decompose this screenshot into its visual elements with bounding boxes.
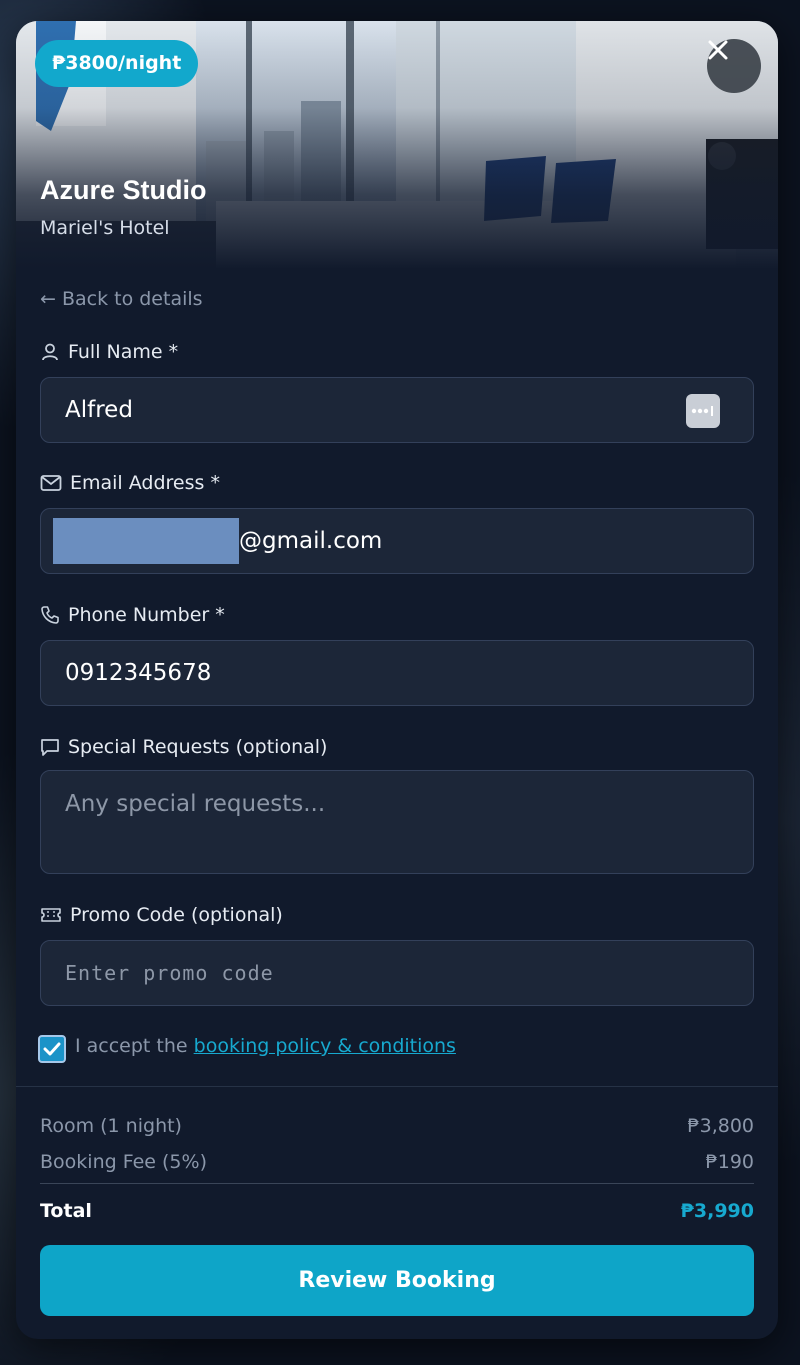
booking-fee-amount: ₱190 [705,1151,754,1173]
accept-policy-checkbox[interactable] [38,1035,66,1063]
total-amount: ₱3,990 [680,1200,754,1222]
special-requests-label: Special Requests (optional) [40,736,327,758]
room-charge-amount: ₱3,800 [687,1115,754,1137]
price-badge: ₱3800/night [35,40,199,87]
user-icon [42,343,58,361]
room-charge-label: Room (1 night) [40,1115,182,1137]
accept-policy-text: I accept the booking policy & conditions [75,1035,456,1057]
phone-label-text: Phone Number * [68,604,225,626]
email-label: Email Address * [40,472,220,494]
phone-icon [41,606,59,624]
room-title: Azure Studio [40,175,207,205]
summary-divider [16,1086,778,1087]
total-divider [40,1183,754,1184]
hotel-name: Mariel's Hotel [40,217,170,239]
full-name-label: Full Name * [40,341,178,363]
summary-total-row: Total ₱3,990 [40,1200,754,1222]
close-button[interactable] [707,39,761,93]
promo-code-label: Promo Code (optional) [40,904,283,926]
email-input[interactable]: @gmail.com [40,508,754,574]
autofill-key-icon[interactable] [686,394,720,428]
special-requests-textarea[interactable]: Any special requests... [40,770,754,874]
total-label: Total [40,1200,92,1222]
promo-code-placeholder: Enter promo code [65,961,274,985]
room-hero-image: ₱3800/night Azure Studio Mariel's Hotel [16,21,778,269]
promo-code-label-text: Promo Code (optional) [70,904,283,926]
phone-value: 0912345678 [65,660,212,686]
full-name-label-text: Full Name * [68,341,179,363]
phone-label: Phone Number * [40,604,225,626]
redacted-email-username [53,518,239,564]
back-to-details-link[interactable]: ← Back to details [40,288,203,310]
close-icon [708,40,728,60]
special-requests-label-text: Special Requests (optional) [68,736,328,758]
phone-input[interactable]: 0912345678 [40,640,754,706]
booking-modal: ₱3800/night Azure Studio Mariel's Hotel … [16,21,778,1339]
full-name-value: Alfred [65,397,133,423]
special-requests-placeholder: Any special requests... [65,791,326,817]
checkmark-icon [43,1042,61,1056]
email-label-text: Email Address * [70,472,220,494]
promo-code-input[interactable]: Enter promo code [40,940,754,1006]
mail-icon [40,475,62,491]
ticket-icon [41,908,61,922]
full-name-input[interactable]: Alfred [40,377,754,443]
booking-policy-link[interactable]: booking policy & conditions [194,1035,456,1057]
summary-room-row: Room (1 night) ₱3,800 [40,1115,754,1137]
dots-icon [691,406,713,416]
email-value: @gmail.com [239,528,383,554]
review-booking-button[interactable]: Review Booking [40,1245,754,1316]
summary-fee-row: Booking Fee (5%) ₱190 [40,1151,754,1173]
booking-fee-label: Booking Fee (5%) [40,1151,207,1173]
accept-policy-prefix: I accept the [75,1035,194,1057]
message-icon [41,739,59,756]
